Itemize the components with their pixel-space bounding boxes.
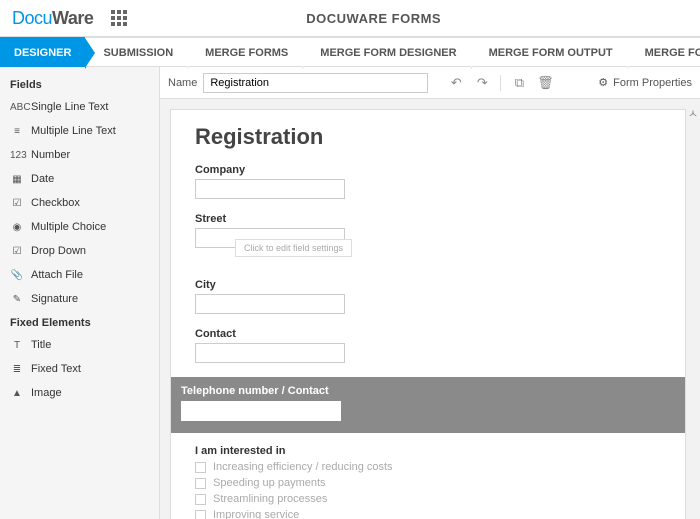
field-telephone-selected[interactable]: Telephone number / Contact <box>171 377 685 433</box>
redo-button[interactable]: ↷ <box>472 73 492 93</box>
text-icon: ABC <box>10 102 24 113</box>
field-single-line-text[interactable]: ABCSingle Line Text <box>0 95 159 119</box>
field-multiple-choice[interactable]: ◉Multiple Choice <box>0 215 159 239</box>
number-icon: 123 <box>10 150 24 161</box>
field-street[interactable]: Street Click to edit field settings <box>195 213 661 265</box>
checkbox-icon <box>195 510 206 519</box>
field-date[interactable]: ▦Date <box>0 167 159 191</box>
fixed-text[interactable]: ≣Fixed Text <box>0 357 159 381</box>
field-city[interactable]: City <box>195 279 661 314</box>
checkbox-icon <box>195 494 206 505</box>
tab-submission[interactable]: SUBMISSION <box>85 37 187 67</box>
edit-hint-tooltip: Click to edit field settings <box>235 239 352 257</box>
tab-merge-form-designer[interactable]: MERGE FORM DESIGNER <box>302 37 470 67</box>
field-signature[interactable]: ✎Signature <box>0 287 159 311</box>
field-checkbox[interactable]: ☑Checkbox <box>0 191 159 215</box>
field-multiple-line-text[interactable]: ≡Multiple Line Text <box>0 119 159 143</box>
attach-icon: 📎 <box>10 270 24 281</box>
sidebar-heading-fields: Fields <box>0 73 159 95</box>
name-label: Name <box>168 77 197 89</box>
nav-tabs: DESIGNER SUBMISSION MERGE FORMS MERGE FO… <box>0 37 700 67</box>
tab-merge-forms[interactable]: MERGE FORMS <box>187 37 302 67</box>
tab-merge-form-index[interactable]: MERGE FORM INDE <box>627 37 700 67</box>
field-number[interactable]: 123Number <box>0 143 159 167</box>
delete-button[interactable]: 🗑 <box>535 73 555 93</box>
gear-icon: ⚙ <box>598 76 608 89</box>
fixed-image[interactable]: ▲Image <box>0 381 159 405</box>
checkbox-icon: ☑ <box>10 198 24 209</box>
separator <box>500 75 501 91</box>
form-properties-button[interactable]: ⚙Form Properties <box>598 76 692 89</box>
checkbox-icon <box>195 462 206 473</box>
interest-option: Speeding up payments <box>195 477 661 489</box>
page-title: DOCUWARE FORMS <box>127 11 620 26</box>
field-contact[interactable]: Contact <box>195 328 661 363</box>
fields-sidebar: Fields ABCSingle Line Text ≡Multiple Lin… <box>0 67 160 519</box>
lines-icon: ≡ <box>10 126 24 137</box>
apps-grid-icon[interactable] <box>111 10 127 26</box>
radio-icon: ◉ <box>10 222 24 233</box>
interest-option: Improving service <box>195 509 661 519</box>
fixed-title[interactable]: TTitle <box>0 333 159 357</box>
image-icon: ▲ <box>10 388 24 399</box>
fixed-text-icon: ≣ <box>10 364 24 375</box>
title-icon: T <box>10 340 24 351</box>
form-name-input[interactable] <box>203 73 428 93</box>
brand-logo: DocuWare <box>0 8 105 29</box>
field-drop-down[interactable]: ☑Drop Down <box>0 239 159 263</box>
interest-option: Streamlining processes <box>195 493 661 505</box>
form-title[interactable]: Registration <box>195 124 661 150</box>
sidebar-heading-fixed: Fixed Elements <box>0 311 159 333</box>
interest-option: Increasing efficiency / reducing costs <box>195 461 661 473</box>
field-company[interactable]: Company <box>195 164 661 199</box>
checkbox-icon <box>195 478 206 489</box>
undo-button[interactable]: ↶ <box>446 73 466 93</box>
canvas-area: ㅅ Registration Company Street Click to e… <box>160 99 700 519</box>
field-interest[interactable]: I am interested in Increasing efficiency… <box>195 445 661 519</box>
form-canvas[interactable]: Registration Company Street Click to edi… <box>170 109 686 519</box>
dropdown-icon: ☑ <box>10 246 24 257</box>
copy-button[interactable]: ⧉ <box>509 73 529 93</box>
signature-icon: ✎ <box>10 294 24 305</box>
tab-merge-form-output[interactable]: MERGE FORM OUTPUT <box>471 37 627 67</box>
field-attach-file[interactable]: 📎Attach File <box>0 263 159 287</box>
scroll-up-arrow[interactable]: ㅅ <box>688 105 698 121</box>
calendar-icon: ▦ <box>10 174 24 185</box>
tab-designer[interactable]: DESIGNER <box>0 37 85 67</box>
